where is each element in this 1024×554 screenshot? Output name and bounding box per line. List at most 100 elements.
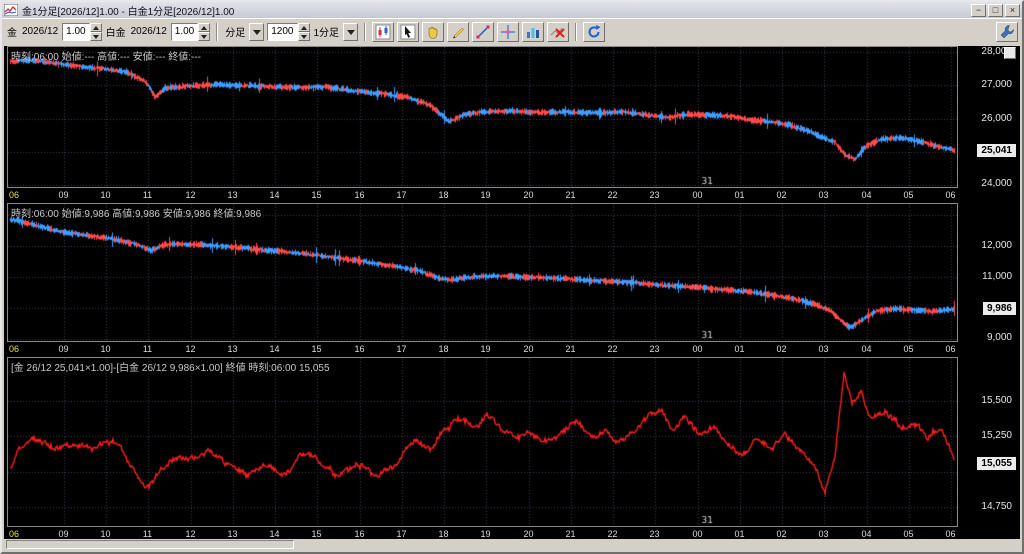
x-axis-label: 02 — [776, 344, 786, 354]
platinum-ratio-down-button[interactable] — [198, 32, 210, 41]
x-axis-label: 05 — [903, 190, 913, 200]
x-axis-label: 01 — [734, 190, 744, 200]
x-axis-label: 12 — [185, 190, 195, 200]
spread-chart-canvas[interactable] — [8, 358, 957, 526]
refresh-icon — [586, 24, 602, 40]
x-axis-label: 00 — [692, 190, 702, 200]
bar-interval-dropdown[interactable] — [343, 23, 358, 41]
gold-ratio-spinner: 1.00 — [62, 23, 101, 41]
last-price-badge: 9,986 — [983, 302, 1016, 315]
platinum-x-axis: 0609101112131415161718192021222300010203… — [7, 343, 958, 356]
wrench-icon — [999, 24, 1015, 40]
x-axis-label: 13 — [227, 190, 237, 200]
gold-info-line: 時刻:06:00 始値:--- 高値:--- 安値:--- 終値:--- — [11, 48, 201, 63]
refresh-button[interactable] — [583, 22, 605, 42]
x-axis-label: 14 — [269, 190, 279, 200]
pencil-icon — [450, 24, 466, 40]
gold-chart-canvas[interactable] — [8, 47, 957, 187]
x-axis-label: 21 — [565, 190, 575, 200]
gold-y-axis: 28,00027,00026,00024,00025,041 — [960, 46, 1018, 202]
settings-button[interactable] — [996, 22, 1018, 42]
toolbar: 金 2026/12 1.00 白金 2026/12 1.00 分足 1200 — [2, 18, 1022, 44]
chart-type-icon — [375, 24, 391, 40]
x-axis-label: 00 — [692, 529, 702, 539]
gold-ratio-up-button[interactable] — [90, 23, 102, 32]
last-price-badge: 25,041 — [977, 144, 1016, 157]
x-axis-label: 06 — [945, 529, 955, 539]
platinum-ratio-up-button[interactable] — [198, 23, 210, 32]
select-tool-button[interactable] — [397, 22, 419, 42]
x-axis-label: 15 — [311, 190, 321, 200]
maximize-button[interactable]: □ — [988, 4, 1003, 17]
x-axis-label: 21 — [565, 344, 575, 354]
bar-type-dropdown[interactable] — [249, 23, 264, 41]
x-axis-label: 13 — [227, 529, 237, 539]
platinum-y-axis: 12,00011,0009,0009,986 — [960, 203, 1018, 356]
bar-count-up-button[interactable] — [298, 23, 310, 32]
platinum-contract: 2026/12 — [131, 26, 167, 37]
x-axis-label: 16 — [354, 529, 364, 539]
bar-chart-icon — [525, 24, 541, 40]
close-button[interactable]: × — [1005, 4, 1020, 17]
app-window: 金1分足[2026/12]1.00 - 白金1分足[2026/12]1.00 −… — [0, 0, 1024, 554]
x-axis-label: 23 — [649, 529, 659, 539]
x-axis-label: 09 — [58, 344, 68, 354]
bar-count-field[interactable]: 1200 — [267, 23, 297, 41]
toolbar-separator — [575, 23, 577, 41]
x-axis-label: 04 — [861, 190, 871, 200]
toolbar-separator — [364, 23, 366, 41]
y-axis-tick-label: 14,750 — [981, 501, 1012, 512]
y-axis-tick-label: 24,000 — [981, 178, 1012, 189]
delete-drawing-button[interactable] — [547, 22, 569, 42]
gold-ratio-down-button[interactable] — [90, 32, 102, 41]
gold-x-axis: 0609101112131415161718192021222300010203… — [7, 189, 958, 202]
x-axis-label: 17 — [396, 529, 406, 539]
platinum-chart-canvas[interactable] — [8, 204, 957, 341]
x-axis-label: 19 — [480, 529, 490, 539]
trendline-tool-button[interactable] — [472, 22, 494, 42]
gold-plot: 時刻:06:00 始値:--- 高値:--- 安値:--- 終値:--- — [7, 46, 958, 188]
x-axis-label: 11 — [143, 344, 152, 354]
x-axis-label: 20 — [523, 190, 533, 200]
platinum-ratio-spinner: 1.00 — [171, 23, 210, 41]
app-icon — [4, 4, 18, 16]
x-axis-label: 10 — [100, 344, 110, 354]
trendline-icon — [475, 24, 491, 40]
x-axis-label: 15 — [311, 344, 321, 354]
x-axis-label: 00 — [692, 344, 702, 354]
y-axis-tick-label: 26,000 — [981, 113, 1012, 124]
y-axis-tick-label: 9,000 — [987, 332, 1012, 343]
chart-type-button[interactable] — [372, 22, 394, 42]
x-axis-label: 12 — [185, 344, 195, 354]
last-price-badge: 15,055 — [977, 457, 1016, 470]
crosshair-tool-button[interactable] — [497, 22, 519, 42]
x-axis-label: 06 — [945, 344, 955, 354]
spread-chart-panel: [金 26/12 25,041×1.00]-[白金 26/12 9,986×1.… — [7, 357, 1018, 541]
y-axis-tick-label: 15,500 — [981, 395, 1012, 406]
x-axis-label: 22 — [607, 344, 617, 354]
x-axis-label: 09 — [58, 190, 68, 200]
x-axis-label: 16 — [354, 344, 364, 354]
platinum-info-line: 時刻:06:00 始値:9,986 高値:9,986 安値:9,986 終値:9… — [11, 205, 261, 220]
gold-ratio-field[interactable]: 1.00 — [62, 23, 89, 41]
platinum-ratio-field[interactable]: 1.00 — [171, 23, 198, 41]
hand-tool-button[interactable] — [422, 22, 444, 42]
cursor-icon — [400, 24, 416, 40]
toolbar-separator — [216, 23, 218, 41]
x-axis-label: 14 — [269, 344, 279, 354]
indicator-button[interactable] — [522, 22, 544, 42]
bar-count-down-button[interactable] — [298, 32, 310, 41]
x-axis-label: 02 — [776, 529, 786, 539]
x-axis-label: 16 — [354, 190, 364, 200]
x-axis-label: 19 — [480, 190, 490, 200]
x-axis-label: 20 — [523, 344, 533, 354]
hand-icon — [425, 24, 441, 40]
window-title: 金1分足[2026/12]1.00 - 白金1分足[2026/12]1.00 — [22, 3, 969, 18]
delete-icon — [550, 24, 566, 40]
x-axis-label: 06 — [9, 344, 19, 354]
minimize-button[interactable]: − — [971, 4, 986, 17]
pencil-tool-button[interactable] — [447, 22, 469, 42]
x-axis-label: 01 — [734, 344, 744, 354]
x-axis-label: 18 — [438, 529, 448, 539]
panel-corner-button[interactable] — [1004, 47, 1016, 59]
